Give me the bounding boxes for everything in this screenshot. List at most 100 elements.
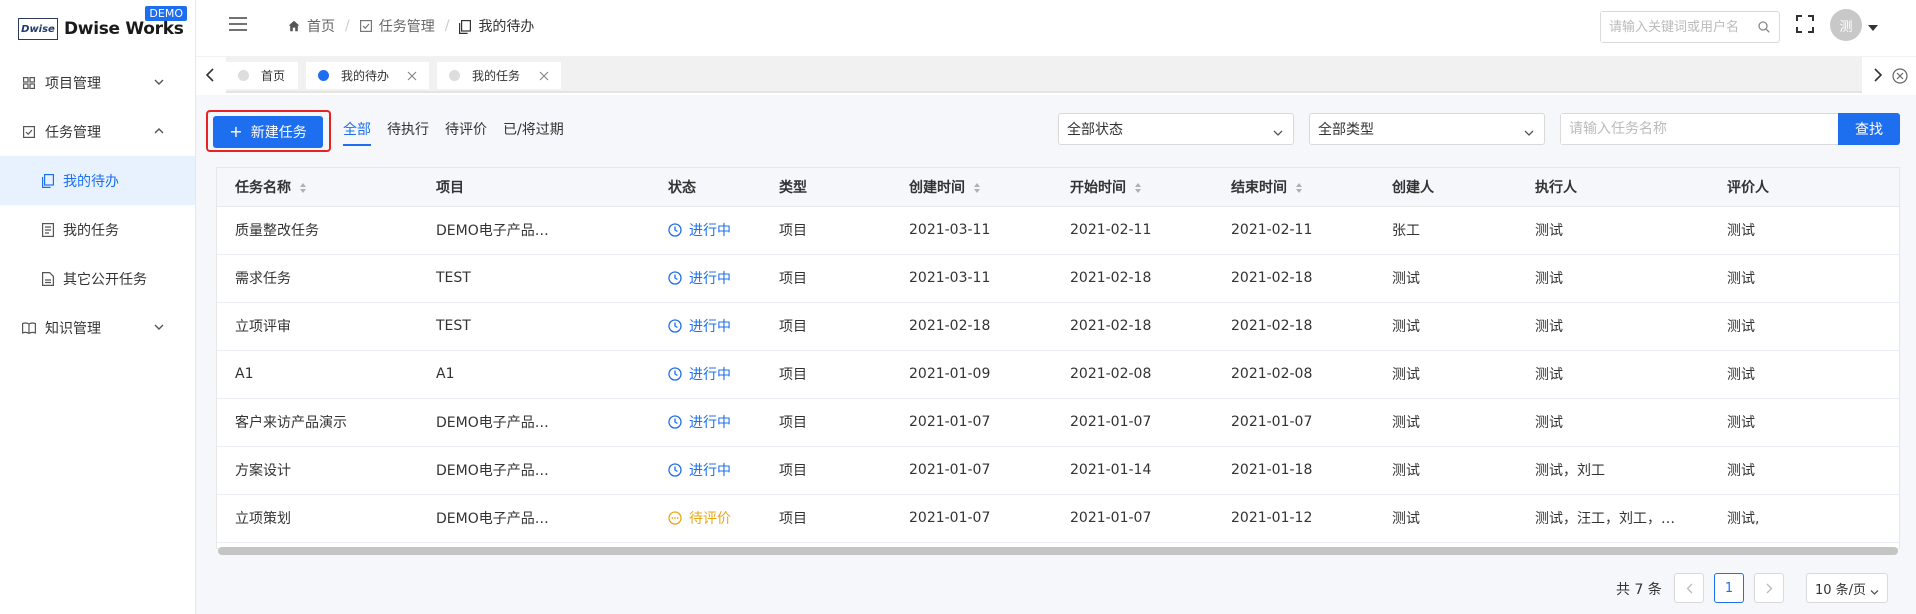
breadcrumb: 首页 / 任务管理 / 我的待办 [288,16,534,36]
table-cell-created: 2021-01-07 [891,446,1052,495]
breadcrumb-task-management[interactable]: 任务管理 [359,16,435,36]
table-cell-reviewer: 测试 [1709,254,1899,303]
table-cell-status: 进行中 [624,446,761,495]
filter-tab-overdue[interactable]: 已/将过期 [503,119,564,146]
grid-icon [22,76,36,90]
table-cell-project: TEST [418,302,624,351]
column-header-created[interactable]: 创建时间 [891,168,1052,207]
clock-icon [668,366,682,381]
sidebar-item-project-management[interactable]: 项目管理 [0,58,195,107]
close-icon[interactable] [539,70,549,81]
breadcrumb-home[interactable]: 首页 [288,16,335,36]
sidebar-subitem-my-todo[interactable]: 我的待办 [0,156,195,205]
status-badge: 进行中 [668,268,731,288]
table-row[interactable]: 立项评审 TEST 进行中 项目 2021-02-18 2021-02-18 2021-02… [217,302,1899,351]
sidebar-subitem-label: 我的任务 [63,222,119,239]
sidebar: Dwise Dwise Works DEMO 项目管理 任务管理 我的待办 我的… [0,0,196,614]
filter-tabs: 全部 待执行 待评价 已/将过期 [343,119,580,146]
user-avatar[interactable]: 测 [1830,9,1862,41]
table-cell-creator: 测试 [1374,254,1517,303]
table-cell-reviewer: 测试 [1709,206,1899,255]
tab-home[interactable]: 首页 [226,62,298,89]
table-row[interactable]: A1 A1 进行中 项目 2021-01-09 2021-02-08 2021-02-08 测… [217,350,1899,399]
table-cell-status: 进行中 [624,350,761,399]
tabs-scroll-left[interactable] [196,57,224,93]
total-count: 共 7 条 [1616,582,1662,598]
tab-my-tasks[interactable]: 我的任务 [437,62,561,89]
table-cell-project: DEMO电子产品科技有限公司 [418,494,624,543]
table-row[interactable]: 方案设计DEMO电子产品科技有限公司进行中项目2021-01-072021-01… [217,446,1899,495]
horizontal-scrollbar[interactable] [218,547,1898,555]
close-icon[interactable] [407,70,417,81]
status-badge: 进行中 [668,316,731,336]
tab-my-todo[interactable]: 我的待办 [306,62,429,89]
table-body: 质量整改任务DEMO电子产品科技有限公司进行中项目2021-03-112021-… [217,206,1899,543]
table-cell-name: 需求任务 [217,254,418,303]
chevron-left-icon [205,68,214,82]
table-cell-end: 2021-01-12 [1213,494,1374,543]
prev-page-button[interactable] [1674,573,1704,603]
hamburger-menu-icon[interactable] [228,16,248,32]
table-row[interactable]: 需求任务 TEST 进行中 项目 2021-03-11 2021-02-18 2021-02… [217,254,1899,303]
chevron-down-icon [1870,585,1879,595]
table-cell-start: 2021-02-18 [1052,254,1213,303]
checkbox-icon [22,125,36,139]
table-header-row: 任务名称 项目 状态 类型 创建时间 开始时间 结束时间 创建人 执行人 评价人 [217,168,1899,207]
sort-icon[interactable] [973,182,981,194]
next-page-button[interactable] [1754,573,1784,603]
table-cell-created: 2021-03-11 [891,206,1052,255]
table-cell-name: 质量整改任务 [217,206,418,255]
table-cell-creator: 测试 [1374,446,1517,495]
table-cell-end: 2021-01-07 [1213,398,1374,447]
table-cell-type: 项目 [761,398,891,447]
column-header-end[interactable]: 结束时间 [1213,168,1374,207]
search-icon[interactable] [1758,21,1770,33]
sidebar-subitem-my-tasks[interactable]: 我的任务 [0,205,195,254]
type-select[interactable]: 全部类型 [1309,113,1545,145]
sort-icon[interactable] [299,182,307,194]
caret-down-icon[interactable] [1868,20,1878,31]
table-cell-created: 2021-01-07 [891,398,1052,447]
column-header-name[interactable]: 任务名称 [217,168,418,207]
table-cell-start: 2021-01-07 [1052,494,1213,543]
tabs-bar: 首页 我的待办 我的任务 [196,57,1916,95]
breadcrumb-separator: / [345,18,350,34]
column-header-start[interactable]: 开始时间 [1052,168,1213,207]
new-task-button[interactable]: + 新建任务 [213,116,323,148]
table-row[interactable]: 质量整改任务DEMO电子产品科技有限公司进行中项目2021-03-112021-… [217,206,1899,255]
sidebar-subitem-public-tasks[interactable]: 其它公开任务 [0,254,195,303]
table-cell-project: DEMO电子产品科技有限公司 [418,446,624,495]
table-cell-name: A1 [217,350,418,399]
table-cell-type: 项目 [761,302,891,351]
table-cell-end: 2021-02-18 [1213,254,1374,303]
table-cell-start: 2021-01-14 [1052,446,1213,495]
page-size-select[interactable]: 10 条/页 [1806,573,1888,603]
search-button[interactable]: 查找 [1838,113,1900,145]
table-cell-creator: 张工 [1374,206,1517,255]
global-search-input[interactable] [1601,12,1749,42]
page-number-button[interactable]: 1 [1714,573,1744,603]
table-cell-name: 方案设计 [217,446,418,495]
task-search-input[interactable] [1561,114,1831,144]
table-cell-created: 2021-02-18 [891,302,1052,351]
table-cell-type: 项目 [761,254,891,303]
status-badge: 进行中 [668,412,731,432]
table-cell-end: 2021-02-18 [1213,302,1374,351]
filter-tab-pending-execution[interactable]: 待执行 [387,119,429,146]
sort-icon[interactable] [1134,182,1142,194]
fullscreen-icon[interactable] [1796,15,1814,33]
tabs-scroll-right[interactable] [1864,57,1892,93]
app-logo[interactable]: Dwise Dwise Works DEMO [0,0,195,58]
table-row[interactable]: 客户来访产品演示DEMO电子产品科技有限公司进行中项目2021-01-07202… [217,398,1899,447]
filter-tab-all[interactable]: 全部 [343,119,371,146]
table-cell-start: 2021-02-08 [1052,350,1213,399]
sidebar-item-knowledge-management[interactable]: 知识管理 [0,303,195,352]
filter-tab-pending-review[interactable]: 待评价 [445,119,487,146]
main-content: + 新建任务 全部 待执行 待评价 已/将过期 全部状态 全部类型 查找 [196,95,1916,614]
status-select[interactable]: 全部状态 [1058,113,1294,145]
table-row[interactable]: 立项策划DEMO电子产品科技有限公司待评价项目2021-01-072021-01… [217,494,1899,543]
sidebar-item-task-management[interactable]: 任务管理 [0,107,195,156]
table-cell-project: DEMO电子产品科技有限公司 [418,206,624,255]
sort-icon[interactable] [1295,182,1303,194]
close-all-tabs-icon[interactable] [1892,68,1908,84]
